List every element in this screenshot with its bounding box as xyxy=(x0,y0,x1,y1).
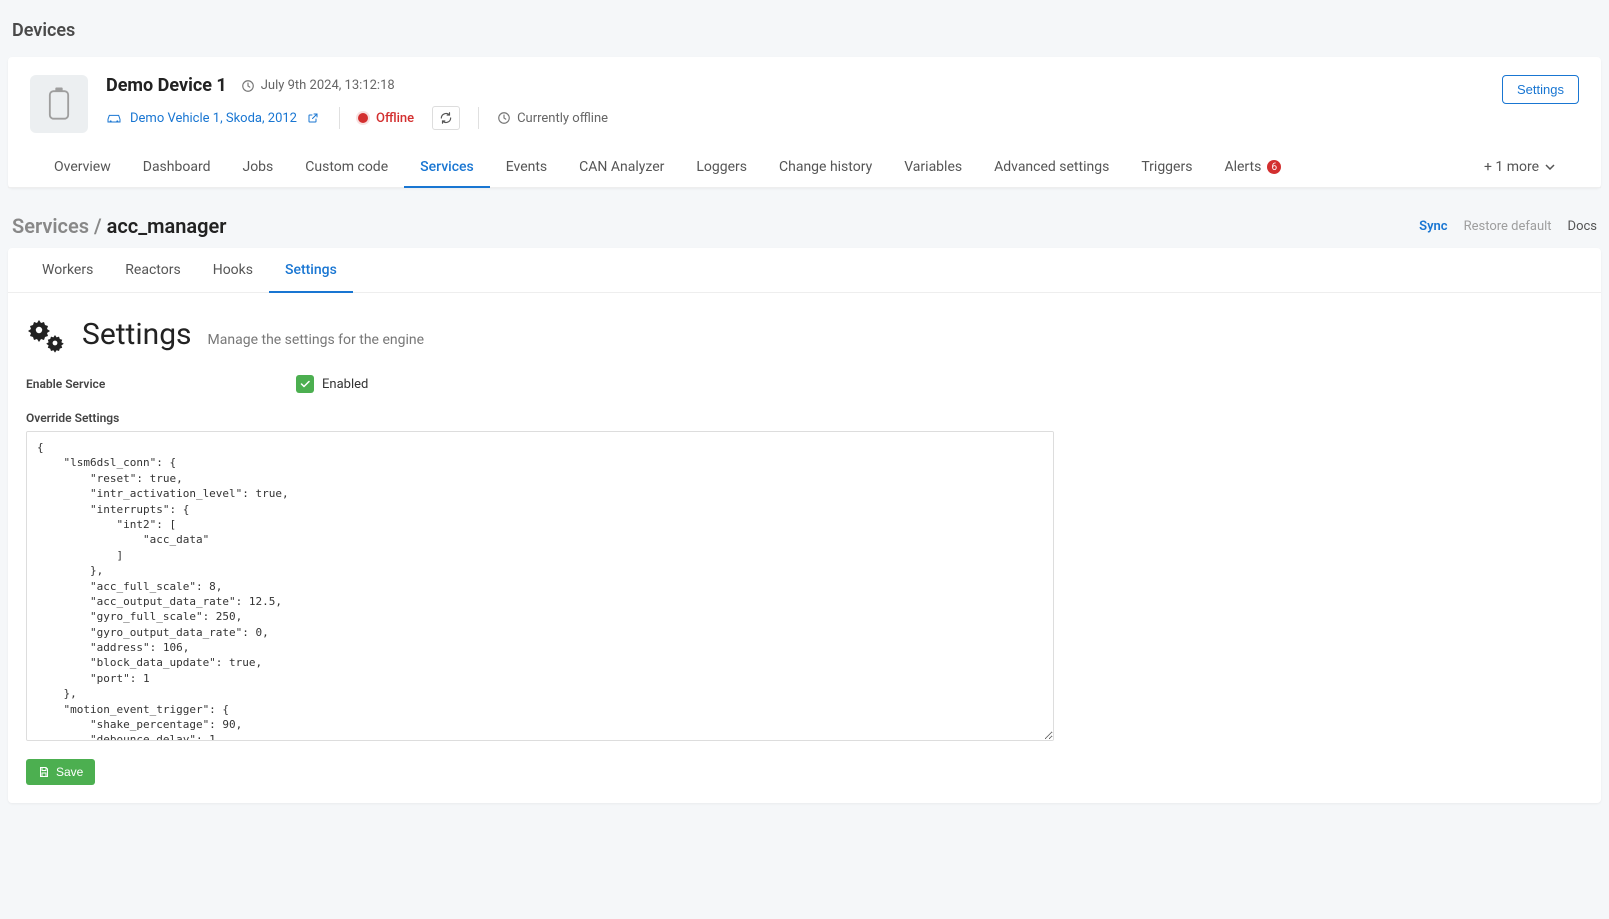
vehicle-link[interactable]: Demo Vehicle 1, Skoda, 2012 xyxy=(106,111,321,126)
device-timestamp-text: July 9th 2024, 13:12:18 xyxy=(261,78,395,93)
device-icon xyxy=(30,75,88,133)
tab-custom-code[interactable]: Custom code xyxy=(289,147,404,187)
device-timestamp: July 9th 2024, 13:12:18 xyxy=(241,78,395,93)
clock-icon xyxy=(497,111,511,125)
status-label: Offline xyxy=(376,111,414,126)
gears-icon xyxy=(26,317,66,353)
refresh-button[interactable] xyxy=(432,106,460,130)
override-settings-label: Override Settings xyxy=(26,411,1583,425)
clock-icon xyxy=(241,79,255,93)
tab-loggers[interactable]: Loggers xyxy=(680,147,763,187)
tab-variables[interactable]: Variables xyxy=(888,147,978,187)
tab-jobs[interactable]: Jobs xyxy=(226,147,289,187)
sync-link[interactable]: Sync xyxy=(1419,219,1447,234)
status-dot-icon xyxy=(358,113,368,123)
inner-tab-workers[interactable]: Workers xyxy=(26,248,109,292)
more-tabs-dropdown[interactable]: + 1 more xyxy=(1468,147,1571,187)
save-icon xyxy=(38,766,50,778)
currently-offline-text: Currently offline xyxy=(517,111,608,126)
divider xyxy=(339,107,340,129)
tab-triggers[interactable]: Triggers xyxy=(1125,147,1208,187)
breadcrumb-leaf: acc_manager xyxy=(107,214,227,238)
device-name: Demo Device 1 xyxy=(106,75,227,96)
divider xyxy=(478,107,479,129)
restore-default-link[interactable]: Restore default xyxy=(1464,219,1552,234)
chevron-down-icon xyxy=(1545,164,1555,170)
save-button-label: Save xyxy=(56,765,83,779)
save-button[interactable]: Save xyxy=(26,759,95,785)
device-settings-button[interactable]: Settings xyxy=(1502,75,1579,104)
override-settings-textarea[interactable] xyxy=(26,431,1054,741)
main-tabs: OverviewDashboardJobsCustom codeServices… xyxy=(8,147,1601,188)
refresh-icon xyxy=(439,111,453,125)
vehicle-link-text: Demo Vehicle 1, Skoda, 2012 xyxy=(130,111,297,126)
external-link-icon xyxy=(305,112,321,124)
settings-subtitle: Manage the settings for the engine xyxy=(208,332,424,348)
car-icon xyxy=(106,112,122,124)
tab-alerts[interactable]: Alerts6 xyxy=(1208,147,1297,187)
service-settings-card: WorkersReactorsHooksSettings Settings Ma… xyxy=(8,248,1601,803)
enabled-text: Enabled xyxy=(322,377,368,392)
inner-tab-hooks[interactable]: Hooks xyxy=(197,248,269,292)
tab-can-analyzer[interactable]: CAN Analyzer xyxy=(563,147,680,187)
breadcrumb: Services / acc_manager xyxy=(12,214,227,238)
enable-service-checkbox[interactable]: Enabled xyxy=(296,375,368,393)
breadcrumb-sep: / xyxy=(89,214,107,238)
checkbox-checked-icon xyxy=(296,375,314,393)
tab-overview[interactable]: Overview xyxy=(38,147,127,187)
currently-offline: Currently offline xyxy=(497,111,608,126)
tab-change-history[interactable]: Change history xyxy=(763,147,888,187)
breadcrumb-root[interactable]: Services xyxy=(12,214,89,238)
inner-tab-settings[interactable]: Settings xyxy=(269,248,353,292)
tab-events[interactable]: Events xyxy=(490,147,563,187)
device-card: Demo Device 1 July 9th 2024, 13:12:18 De… xyxy=(8,57,1601,188)
docs-link[interactable]: Docs xyxy=(1568,219,1597,234)
alerts-badge: 6 xyxy=(1267,160,1281,174)
page-title: Devices xyxy=(8,20,1601,41)
inner-tab-reactors[interactable]: Reactors xyxy=(109,248,196,292)
battery-icon xyxy=(48,87,70,121)
tab-dashboard[interactable]: Dashboard xyxy=(127,147,227,187)
settings-heading: Settings xyxy=(82,317,192,352)
tab-services[interactable]: Services xyxy=(404,147,490,187)
inner-tabs: WorkersReactorsHooksSettings xyxy=(8,248,1601,293)
status-offline: Offline xyxy=(358,111,414,126)
tab-advanced-settings[interactable]: Advanced settings xyxy=(978,147,1125,187)
enable-service-label: Enable Service xyxy=(26,377,296,391)
